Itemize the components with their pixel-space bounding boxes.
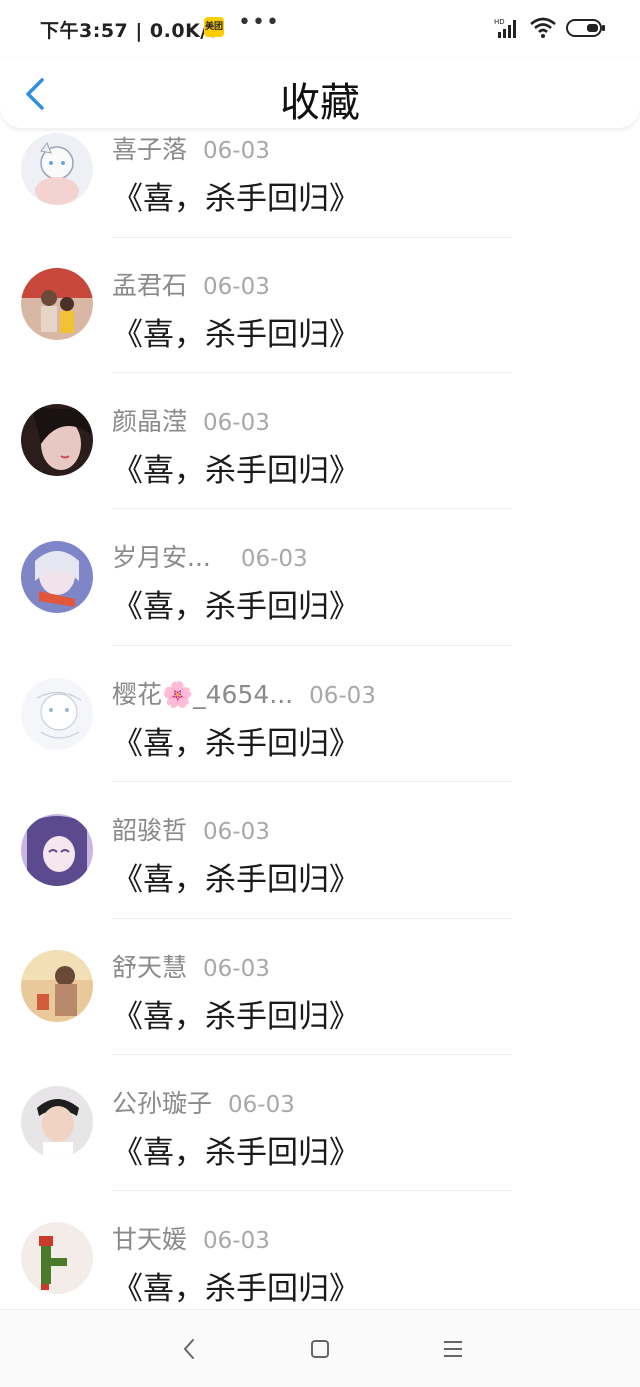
favorite-message: 《喜，杀手回归》 <box>112 589 360 625</box>
battery-icon <box>566 19 605 37</box>
avatar <box>21 1086 93 1158</box>
list-item[interactable]: 孟君石 06-03 《喜，杀手回归》 <box>0 236 640 373</box>
list-item[interactable]: 颜晶滢 06-03 《喜，杀手回归》 <box>0 372 640 509</box>
favorite-name: 樱花🌸_4654... 06-03 <box>112 675 376 711</box>
system-navigation-bar <box>0 1309 640 1387</box>
favorite-name-text: 公孙璇子 <box>112 1089 213 1118</box>
favorite-name-text: 颜晶滢 <box>112 407 188 436</box>
favorite-message: 《喜，杀手回归》 <box>112 726 360 762</box>
svg-text:HD: HD <box>494 18 505 26</box>
favorite-message: 《喜，杀手回归》 <box>112 862 360 898</box>
favorite-name: 舒天慧 06-03 <box>112 948 270 984</box>
wifi-icon <box>530 17 556 38</box>
avatar <box>21 133 93 205</box>
favorite-name-text: 甘天媛 <box>112 1225 188 1254</box>
favorite-date: 06-03 <box>309 683 376 709</box>
avatar <box>21 1222 93 1294</box>
favorite-name: 公孙璇子 06-03 <box>112 1084 295 1120</box>
avatar <box>21 950 93 1022</box>
favorite-date: 06-03 <box>228 1092 295 1118</box>
avatar <box>21 268 93 340</box>
status-icons: HD <box>494 16 606 40</box>
favorite-date: 06-03 <box>203 138 270 164</box>
avatar <box>21 678 93 750</box>
favorite-date: 06-03 <box>203 274 270 300</box>
list-item[interactable]: 舒天慧 06-03 《喜，杀手回归》 <box>0 918 640 1055</box>
favorite-name-text: 喜子落 <box>112 135 188 164</box>
favorite-date: 06-03 <box>203 956 270 982</box>
favorite-message: 《喜，杀手回归》 <box>112 1271 360 1307</box>
nav-back-icon[interactable] <box>174 1336 204 1362</box>
favorite-name-text: 樱花🌸_4654... <box>112 680 294 709</box>
avatar <box>21 541 93 613</box>
page-header: 收藏 <box>0 58 640 128</box>
list-item[interactable]: 公孙璇子 06-03 《喜，杀手回归》 <box>0 1054 640 1191</box>
screen: 下午3:57 | 0.0K/s 美团 ••• HD 收藏 喜子落 06-03 《… <box>0 0 640 1387</box>
favorites-list[interactable]: 喜子落 06-03 《喜，杀手回归》 孟君石 06-03 《喜，杀手回归》 颜晶… <box>0 100 640 1308</box>
favorite-message: 《喜，杀手回归》 <box>112 181 360 217</box>
status-bar: 下午3:57 | 0.0K/s 美团 ••• HD <box>0 0 640 58</box>
favorite-date: 06-03 <box>203 819 270 845</box>
list-item[interactable]: 韶骏哲 06-03 《喜，杀手回归》 <box>0 781 640 919</box>
status-time: 下午3:57 | 0.0K/s <box>40 20 220 42</box>
favorite-name-text: 舒天慧 <box>112 953 188 982</box>
favorite-date: 06-03 <box>203 1228 270 1254</box>
nav-home-icon[interactable] <box>305 1336 335 1362</box>
favorite-name: 韶骏哲 06-03 <box>112 811 270 847</box>
avatar <box>21 404 93 476</box>
favorite-name: 孟君石 06-03 <box>112 266 270 302</box>
favorite-name-text: 孟君石 <box>112 271 188 300</box>
favorite-date: 06-03 <box>203 410 270 436</box>
favorite-name-text: 岁月安... <box>112 543 211 572</box>
list-item[interactable]: 樱花🌸_4654... 06-03 《喜，杀手回归》 <box>0 645 640 782</box>
favorite-name: 颜晶滢 06-03 <box>112 402 270 438</box>
favorite-name: 岁月安... 06-03 <box>112 538 308 574</box>
favorite-name: 甘天媛 06-03 <box>112 1220 270 1256</box>
favorite-date: 06-03 <box>240 546 308 572</box>
favorite-name: 喜子落 06-03 <box>112 130 270 166</box>
nav-menu-icon[interactable] <box>438 1336 468 1362</box>
favorite-message: 《喜，杀手回归》 <box>112 317 360 353</box>
meituan-app-icon: 美团 <box>204 17 224 37</box>
favorite-message: 《喜，杀手回归》 <box>112 1135 360 1171</box>
avatar <box>21 814 93 886</box>
page-title: 收藏 <box>280 80 360 126</box>
signal-icon: HD <box>494 18 516 38</box>
list-item[interactable]: 岁月安... 06-03 《喜，杀手回归》 <box>0 508 640 646</box>
list-item[interactable]: 甘天媛 06-03 《喜，杀手回归》 <box>0 1190 640 1308</box>
favorite-name-text: 韶骏哲 <box>112 816 188 845</box>
favorite-message: 《喜，杀手回归》 <box>112 453 360 489</box>
more-notifications-icon: ••• <box>238 10 280 35</box>
favorite-message: 《喜，杀手回归》 <box>112 999 360 1035</box>
